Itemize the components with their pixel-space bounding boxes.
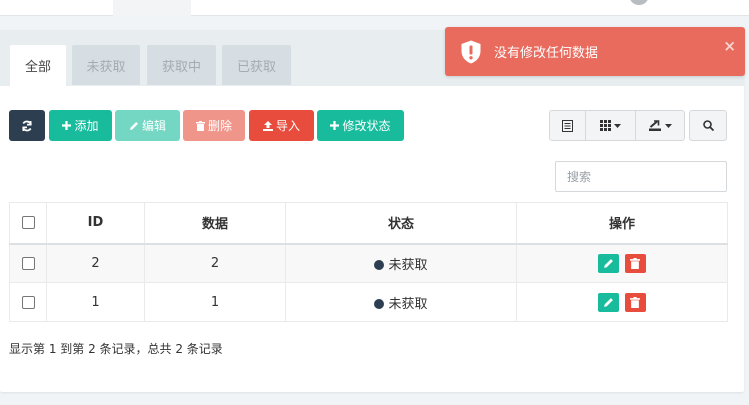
status-label: 未获取 [388, 257, 428, 273]
trash-icon [630, 296, 641, 308]
upload-icon [262, 120, 273, 131]
delete-button-label: 删除 [207, 119, 232, 133]
table-row: 2 2 未获取 [9, 243, 728, 283]
search-icon [702, 120, 714, 131]
refresh-button[interactable] [9, 110, 45, 141]
pencil-icon [604, 297, 613, 307]
refresh-icon [22, 120, 32, 131]
export-dropdown[interactable] [635, 110, 685, 141]
row-edit-button[interactable] [597, 292, 619, 312]
pencil-icon [604, 258, 613, 268]
edit-button[interactable]: 编辑 [115, 110, 180, 141]
cell-status: 未获取 [285, 282, 517, 322]
edit-button-label: 编辑 [141, 119, 166, 133]
add-button-label: 添加 [74, 119, 99, 133]
row-delete-button[interactable] [625, 253, 647, 273]
content-panel: 全部 未获取 获取中 已获取 添加 编辑 删除 导入 修改状态 搜索 ID 数据… [0, 30, 744, 392]
table-row: 1 1 未获取 [9, 282, 728, 322]
pagination-summary: 显示第 1 到第 2 条记录，总共 2 条记录 [9, 342, 223, 356]
row-delete-button[interactable] [625, 292, 647, 312]
column-header-actions: 操作 [516, 202, 728, 245]
toast-message: 没有修改任何数据 [494, 46, 599, 61]
search-toggle-button[interactable] [689, 110, 727, 141]
row-edit-button[interactable] [597, 253, 619, 273]
columns-dropdown[interactable] [585, 110, 636, 141]
cell-data: 2 [144, 243, 286, 283]
cell-actions [516, 282, 728, 322]
delete-button[interactable]: 删除 [183, 110, 245, 141]
import-button-label: 导入 [275, 119, 300, 133]
grid-icon [600, 120, 611, 131]
cell-data: 1 [144, 282, 286, 322]
error-toast: 没有修改任何数据 × [445, 27, 745, 76]
top-navbar [0, 0, 749, 16]
navbar-tab[interactable] [113, 0, 191, 16]
row-checkbox[interactable] [21, 295, 35, 309]
avatar[interactable] [629, 0, 649, 5]
change-status-button[interactable]: 修改状态 [317, 110, 404, 141]
caret-down-icon [614, 123, 621, 128]
add-button[interactable]: 添加 [49, 110, 112, 141]
data-table: ID 数据 状态 操作 2 2 未获取 1 1 未获取 [9, 202, 728, 322]
select-all-checkbox[interactable] [21, 216, 35, 230]
caret-down-icon [664, 123, 672, 128]
cell-status: 未获取 [285, 243, 517, 283]
tab-all[interactable]: 全部 [10, 45, 66, 86]
trash-icon [630, 257, 641, 269]
plus-icon [330, 121, 340, 130]
pencil-icon [129, 121, 138, 130]
import-button[interactable]: 导入 [249, 110, 314, 141]
column-header-id[interactable]: ID [46, 202, 145, 245]
cell-id: 2 [46, 243, 145, 283]
column-header-status[interactable]: 状态 [285, 202, 517, 245]
select-all-cell [9, 202, 47, 245]
status-dot [374, 259, 385, 270]
column-header-data[interactable]: 数据 [144, 202, 286, 245]
tab-not-fetched[interactable]: 未获取 [72, 45, 140, 85]
tab-fetched[interactable]: 已获取 [222, 45, 291, 85]
cell-actions [516, 243, 728, 283]
plus-icon [62, 121, 72, 130]
row-checkbox[interactable] [21, 256, 35, 270]
status-label: 未获取 [388, 296, 428, 312]
cell-id: 1 [46, 282, 145, 322]
change-status-button-label: 修改状态 [342, 119, 391, 133]
list-icon [562, 119, 573, 132]
table-header-row: ID 数据 状态 操作 [9, 202, 728, 245]
trash-icon [195, 120, 205, 131]
alert-shield-icon [461, 40, 481, 64]
status-dot [374, 298, 385, 309]
tab-fetching[interactable]: 获取中 [147, 45, 216, 85]
search-input[interactable] [555, 161, 727, 192]
toast-close-button[interactable]: × [723, 37, 736, 55]
export-icon [648, 120, 661, 131]
toggle-view-button[interactable] [549, 110, 586, 141]
